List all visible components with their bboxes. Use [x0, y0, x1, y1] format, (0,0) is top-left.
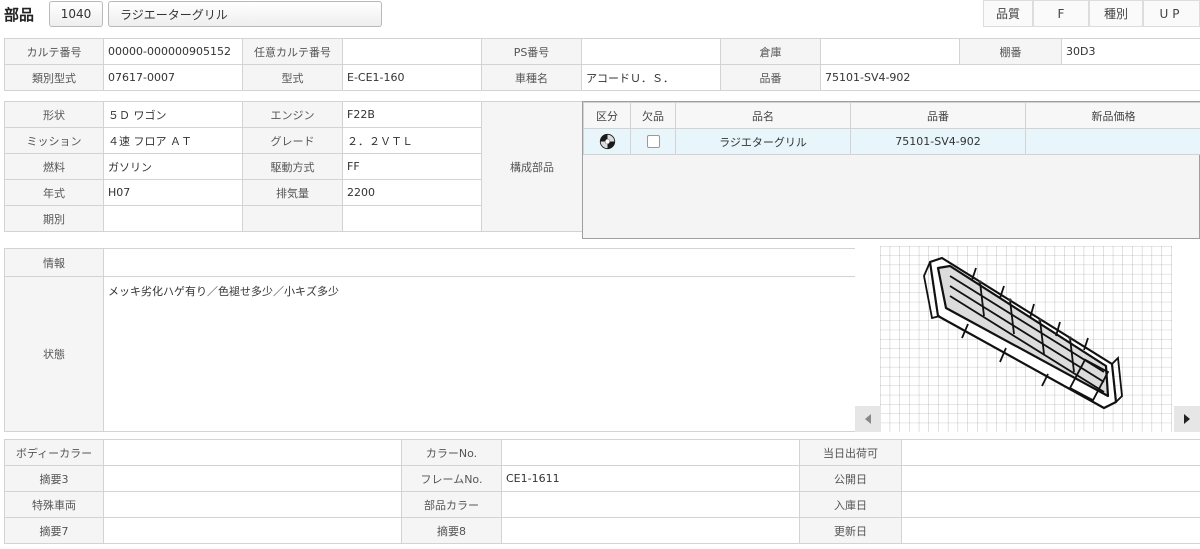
next-photo-button[interactable]: [1174, 406, 1200, 432]
col-part-no: 品番: [850, 102, 1026, 129]
model-label: 型式: [242, 64, 343, 91]
radiator-grille-photo[interactable]: [880, 246, 1172, 432]
part-no-cell: 75101-SV4-902: [850, 128, 1026, 155]
drive-value: FF: [342, 153, 482, 180]
category-cell: [583, 128, 631, 155]
type-spec-value: 07617-0007: [103, 64, 243, 91]
chevron-right-icon: [1184, 414, 1190, 424]
col-name: 品名: [675, 102, 851, 129]
part-no-value: 75101-SV4-902: [820, 64, 1200, 91]
info-table: 情報 状態 メッキ劣化ハゲ有り／色褪せ多少／小キズ多少: [4, 248, 856, 432]
engine-value: F22B: [342, 101, 482, 128]
components-table: 区分 欠品 品名 品番 新品価格 ラジエターグリル 75101-SV4-902: [583, 102, 1200, 155]
page-title: 部品: [4, 6, 35, 24]
memo7-value: [103, 517, 402, 544]
col-category: 区分: [583, 102, 631, 129]
shelf-label: 棚番: [959, 38, 1062, 65]
warehouse-label: 倉庫: [720, 38, 821, 65]
info-value: [103, 248, 856, 277]
kind-value: UP: [1143, 0, 1200, 27]
fuel-value: ガソリン: [103, 153, 243, 180]
year-value: H07: [103, 179, 243, 206]
part-no-label: 品番: [720, 64, 821, 91]
spec-table: 形状 ５Ｄ ワゴン エンジン F22B 構成部品 ミッション ４速 フロア ＡＴ…: [4, 101, 583, 232]
special-vehicle-value: [103, 491, 402, 518]
components-panel: 区分 欠品 品名 品番 新品価格 ラジエターグリル 75101-SV4-902: [582, 101, 1200, 239]
part-color-label: 部品カラー: [401, 491, 502, 518]
condition-label: 状態: [4, 276, 104, 432]
memo8-value: [501, 517, 800, 544]
body-color-value: [103, 439, 402, 466]
kind-label: 種別: [1089, 0, 1143, 27]
disc-icon: [599, 133, 615, 150]
karte-table: カルテ番号 00000-000000905152 任意カルテ番号 PS番号 倉庫…: [4, 38, 1200, 91]
same-day-label: 当日出荷可: [799, 439, 902, 466]
public-date-label: 公開日: [799, 465, 902, 492]
empty-cell: [342, 205, 482, 232]
displacement-label: 排気量: [242, 179, 343, 206]
part-color-value: [501, 491, 800, 518]
frame-no-label: フレームNo.: [401, 465, 502, 492]
engine-label: エンジン: [242, 101, 343, 128]
memo8-label: 摘要8: [401, 517, 502, 544]
fuel-label: 燃料: [4, 153, 104, 180]
condition-value: メッキ劣化ハゲ有り／色褪せ多少／小キズ多少: [103, 276, 856, 432]
shelf-value: 30D3: [1061, 38, 1200, 65]
color-no-value: [501, 439, 800, 466]
optional-karte-value: [342, 38, 482, 65]
displacement-value: 2200: [342, 179, 482, 206]
drive-label: 駆動方式: [242, 153, 343, 180]
quality-value: F: [1033, 0, 1089, 27]
price-cell: [1025, 128, 1200, 155]
missing-checkbox[interactable]: [646, 135, 660, 149]
mission-label: ミッション: [4, 127, 104, 154]
memo3-label: 摘要3: [4, 465, 104, 492]
karte-no-label: カルテ番号: [4, 38, 104, 65]
stock-date-value: [901, 491, 1200, 518]
same-day-value: [901, 439, 1200, 466]
table-row[interactable]: ラジエターグリル 75101-SV4-902: [583, 128, 1200, 155]
frame-no-value: CE1-1611: [501, 465, 800, 492]
public-date-value: [901, 465, 1200, 492]
bottom-table: ボディーカラー カラーNo. 当日出荷可 摘要3 フレームNo. CE1-161…: [4, 439, 1200, 544]
model-value: E-CE1-160: [342, 64, 482, 91]
period-value: [103, 205, 243, 232]
stock-date-label: 入庫日: [799, 491, 902, 518]
vehicle-label: 車種名: [481, 64, 582, 91]
grade-value: ２．２ＶＴＬ: [342, 127, 482, 154]
color-no-label: カラーNo.: [401, 439, 502, 466]
ps-no-label: PS番号: [481, 38, 582, 65]
period-label: 期別: [4, 205, 104, 232]
type-spec-label: 類別型式: [4, 64, 104, 91]
vehicle-value: アコードＵ．Ｓ．: [581, 64, 721, 91]
shape-label: 形状: [4, 101, 104, 128]
special-vehicle-label: 特殊車両: [4, 491, 104, 518]
memo7-label: 摘要7: [4, 517, 104, 544]
part-id-field[interactable]: 1040: [49, 1, 103, 27]
ps-no-value: [581, 38, 721, 65]
quality-label: 品質: [983, 0, 1033, 27]
chevron-left-icon: [865, 414, 871, 424]
components-label: 構成部品: [481, 101, 583, 232]
missing-cell[interactable]: [630, 128, 676, 155]
optional-karte-label: 任意カルテ番号: [242, 38, 343, 65]
photo-viewer: [855, 246, 1200, 432]
part-name-cell: ラジエターグリル: [675, 128, 851, 155]
prev-photo-button[interactable]: [855, 406, 881, 432]
col-missing: 欠品: [630, 102, 676, 129]
memo3-value: [103, 465, 402, 492]
karte-no-value: 00000-000000905152: [103, 38, 243, 65]
part-name-field[interactable]: ラジエーターグリル: [108, 1, 382, 27]
info-label: 情報: [4, 248, 104, 277]
mission-value: ４速 フロア ＡＴ: [103, 127, 243, 154]
grade-label: グレード: [242, 127, 343, 154]
update-date-label: 更新日: [799, 517, 902, 544]
col-price: 新品価格: [1025, 102, 1200, 129]
body-color-label: ボディーカラー: [4, 439, 104, 466]
update-date-value: [901, 517, 1200, 544]
empty-cell: [242, 205, 343, 232]
warehouse-value: [820, 38, 960, 65]
shape-value: ５Ｄ ワゴン: [103, 101, 243, 128]
year-label: 年式: [4, 179, 104, 206]
